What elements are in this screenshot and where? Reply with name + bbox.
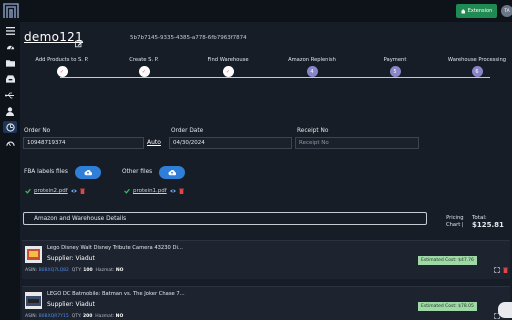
product-title[interactable]: Lego Disney Walt Disney Tribute Camera 4…: [47, 245, 183, 251]
product-supplier: Supplier: Viadut: [47, 301, 95, 308]
step-label: Create S. P.: [129, 57, 159, 63]
sidebar-item-dashboard[interactable]: [3, 41, 17, 53]
total-summary: Total: $125.81: [472, 215, 504, 229]
product-title[interactable]: LEGO DC Batmobile: Batman vs. The Joker …: [47, 291, 185, 297]
step-find-warehouse[interactable]: Find Warehouse ✓: [193, 55, 263, 77]
sidebar-item-usb[interactable]: [3, 89, 17, 101]
step-label: Find Warehouse: [207, 57, 249, 63]
sidebar-item-user[interactable]: [3, 105, 17, 117]
product-image: [25, 292, 42, 309]
step-payment[interactable]: Payment 5: [360, 55, 430, 77]
step-label: Amazon Replenish: [288, 57, 336, 63]
top-bar: Extension TA: [0, 0, 512, 22]
product-meta: ASIN: B0BXQ7LQ82 QTY: 100 Hazmat: NO: [25, 268, 124, 273]
amazon-warehouse-details-toggle[interactable]: Amazon and Warehouse Details: [23, 212, 427, 225]
step-create-sp[interactable]: Create S. P. ✓: [109, 55, 179, 77]
menu-icon: [5, 27, 15, 35]
user-icon: [6, 106, 14, 116]
order-uuid: 5b7b7145-9335-4385-a778-6fb7963f7874: [130, 35, 247, 41]
step-check-icon: ✓: [56, 66, 68, 77]
order-no-label: Order No: [24, 128, 51, 134]
user-avatar[interactable]: TA: [501, 5, 512, 17]
step-number: 4: [306, 66, 318, 77]
sidebar-item-orders[interactable]: [3, 121, 17, 133]
step-warehouse-processing[interactable]: Warehouse Processing 6: [442, 55, 512, 77]
other-file-link[interactable]: protein1.pdf: [133, 188, 167, 194]
chat-widget-icon[interactable]: [498, 302, 512, 318]
step-label: Add Products to S. P.: [35, 57, 89, 63]
step-number: 5: [389, 66, 401, 77]
step-label: Payment: [383, 57, 407, 63]
edit-icon[interactable]: [75, 33, 83, 52]
sidebar-item-menu[interactable]: [3, 25, 17, 37]
receipt-no-label: Receipt No: [297, 128, 329, 134]
fba-upload-button[interactable]: [75, 166, 101, 179]
step-check-icon: ✓: [222, 66, 234, 77]
pricing-chart-link[interactable]: Pricing Chart |: [446, 215, 464, 228]
view-icon[interactable]: [169, 188, 176, 194]
sidebar: [0, 22, 20, 320]
sidebar-item-inbox[interactable]: [3, 73, 17, 85]
asin-link[interactable]: B0BXQR7Y15: [39, 314, 69, 319]
product-supplier: Supplier: Viadut: [47, 255, 95, 262]
step-label: Warehouse Processing: [447, 57, 507, 63]
product-image: [25, 246, 42, 263]
asin-link[interactable]: B0BXQ7LQ82: [39, 268, 69, 273]
product-row[interactable]: LEGO DC Batmobile: Batman vs. The Joker …: [22, 286, 510, 320]
dashboard-gauge-icon: [6, 45, 14, 50]
order-date-input[interactable]: 04/30/2024: [169, 137, 292, 149]
expand-icon[interactable]: [494, 258, 500, 277]
estimated-cost-badge: Estimated Cost: $47.76: [418, 256, 477, 265]
step-number: 6: [471, 66, 483, 77]
extension-label: Extension: [467, 8, 493, 14]
puzzle-icon: [461, 8, 465, 13]
estimated-cost-badge: Estimated Cost: $78.05: [418, 302, 477, 311]
view-icon[interactable]: [70, 188, 77, 194]
sidebar-item-speedometer[interactable]: [3, 137, 17, 149]
check-icon: [124, 188, 130, 194]
step-amazon-replenish[interactable]: Amazon Replenish 4: [277, 55, 347, 77]
folder-icon: [5, 60, 15, 67]
trash-icon[interactable]: [79, 188, 85, 194]
extension-button[interactable]: Extension: [456, 4, 497, 18]
fba-labels-label: FBA labels files: [24, 169, 68, 175]
total-amount: $125.81: [472, 221, 504, 229]
cloud-upload-icon: [168, 170, 176, 176]
inbox-icon: [5, 75, 15, 83]
app-logo-icon[interactable]: [2, 2, 20, 20]
receipt-no-input[interactable]: Receipt No: [295, 137, 419, 149]
pricing-chart-label: Chart |: [446, 221, 464, 228]
step-add-products[interactable]: Add Products to S. P. ✓: [27, 55, 97, 77]
main-content: demo121 5b7b7145-9335-4385-a778-6fb7963f…: [20, 22, 512, 320]
auto-link[interactable]: Auto: [147, 139, 161, 146]
other-upload-button[interactable]: [159, 166, 185, 179]
product-meta: ASIN: B0BXQR7Y15 QTY: 200 Hazmat: NO: [25, 314, 124, 319]
trash-icon[interactable]: [178, 188, 184, 194]
orders-icon: [5, 122, 15, 132]
check-icon: [25, 188, 31, 194]
fba-file-link[interactable]: protein2.pdf: [34, 188, 68, 194]
usb-icon: [5, 92, 14, 98]
cloud-upload-icon: [84, 170, 92, 176]
order-no-input[interactable]: 10948719374: [23, 137, 144, 149]
step-check-icon: ✓: [138, 66, 150, 77]
stepper-line: [60, 77, 490, 78]
product-row[interactable]: Lego Disney Walt Disney Tribute Camera 4…: [22, 240, 510, 279]
other-file-row: protein1.pdf: [124, 188, 184, 194]
other-files-label: Other files: [122, 169, 153, 175]
order-date-label: Order Date: [171, 128, 204, 134]
speedometer-icon: [5, 141, 15, 146]
sidebar-item-folder[interactable]: [3, 57, 17, 69]
delete-icon[interactable]: [503, 258, 508, 277]
fba-file-row: protein2.pdf: [25, 188, 85, 194]
